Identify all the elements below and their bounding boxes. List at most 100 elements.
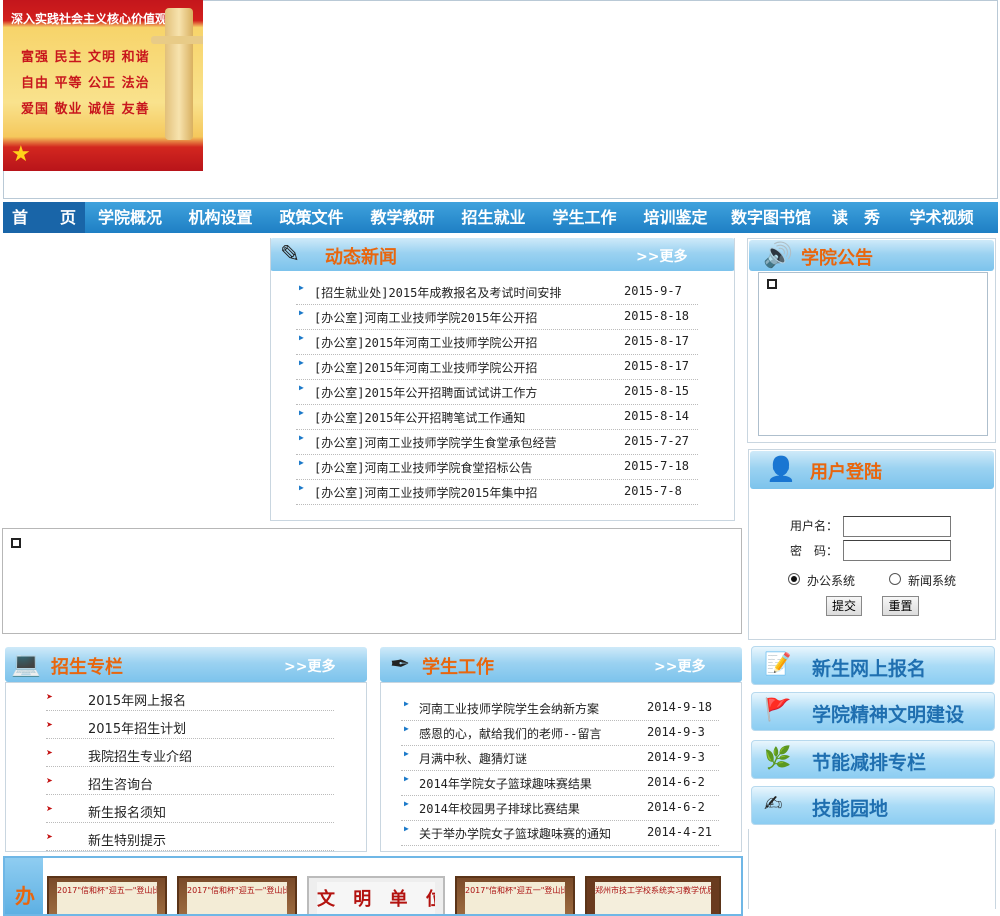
reset-button[interactable]: 重置 [882,596,919,616]
list-item[interactable]: ➤ 2015年网上报名 [46,687,334,711]
news-item-title[interactable]: 河南工业技师学院学生会纳新方案 [419,700,599,717]
laptop-icon: 💻 [11,650,41,678]
news-item-date: 2014-9-3 [647,750,705,764]
gallery-photo[interactable]: 2017"信和杯"迎五一"登山比赛 青年男子组 [455,876,575,914]
news-item-title[interactable]: 2014年校园男子排球比赛结果 [419,800,580,817]
pen-icon: ✍ [764,792,783,817]
list-item[interactable]: ➤ 新生报名须知 [46,799,334,823]
nav-admissions[interactable]: 招生就业 [448,202,539,233]
quick-link-label[interactable]: 学院精神文明建设 [812,700,964,727]
news-item-date: 2015-7-18 [624,459,690,473]
nav-organization[interactable]: 机构设置 [175,202,266,233]
news-item[interactable]: ▶ [办公室]2015年公开招聘笔试工作通知 2015-8-14 [296,405,698,430]
news-item-title[interactable]: [办公室]2015年公开招聘笔试工作通知 [314,409,525,426]
nav-policies[interactable]: 政策文件 [266,202,357,233]
quick-link-civilization[interactable]: 🚩 学院精神文明建设 [751,692,995,731]
news-item-title[interactable]: [办公室]2015年河南工业技师学院公开招 [314,359,537,376]
submit-button[interactable]: 提交 [826,596,862,616]
photo-caption: 2017"信和杯"迎五一"登山比赛 青年男子组 [465,882,565,914]
news-item[interactable]: ▶ [办公室]河南工业技师学院食堂招标公告 2015-7-18 [296,455,698,480]
list-item-title[interactable]: 招生咨询台 [88,774,153,793]
list-item[interactable]: ➤ 招生咨询台 [46,771,334,795]
news-item[interactable]: ▶ 月满中秋、趣猜灯谜 2014-9-3 [401,746,719,771]
news-item[interactable]: ▶ [办公室]河南工业技师学院2015年集中招 2015-7-8 [296,480,698,505]
news-item[interactable]: ▶ [办公室]2015年公开招聘面试试讲工作方 2015-8-15 [296,380,698,405]
news-item[interactable]: ▶ [办公室]2015年河南工业技师学院公开招 2015-8-17 [296,355,698,380]
news-item-date: 2015-8-17 [624,334,690,348]
notice-title: 学院公告 [801,248,873,269]
nav-duxiu[interactable]: 读 秀 [821,202,891,233]
star-icon: ★ [11,142,31,167]
gallery-photo[interactable]: 郑州市技工学校系统实习教学优质课评选活动 [585,876,721,914]
quick-link-label[interactable]: 技能园地 [812,794,888,821]
list-item-title[interactable]: 新生特别提示 [88,830,166,849]
list-item[interactable]: ➤ 我院招生专业介绍 [46,743,334,767]
list-item-title[interactable]: 2015年网上报名 [88,690,186,709]
news-item-title[interactable]: [办公室]河南工业技师学院2015年公开招 [314,309,537,326]
news-item-title[interactable]: [招生就业处]2015年成教报名及考试时间安排 [314,284,561,301]
news-item[interactable]: ▶ 2014年校园男子排球比赛结果 2014-6-2 [401,796,719,821]
nav-teaching[interactable]: 教学教研 [357,202,448,233]
news-item-title[interactable]: [办公室]河南工业技师学院2015年集中招 [314,484,537,501]
gallery-photo[interactable]: 2017"信和杯"迎五一"登山比赛 青年女子组 [177,876,297,914]
news-item-title[interactable]: [办公室]2015年公开招聘面试试讲工作方 [314,384,537,401]
password-input[interactable] [843,540,951,561]
flag-icon: 🚩 [764,698,792,723]
news-item-title[interactable]: 月满中秋、趣猜灯谜 [419,750,527,767]
bullet-icon: ▶ [404,699,409,708]
nav-digital-library[interactable]: 数字图书馆 [721,202,821,233]
news-item[interactable]: ▶ [办公室]河南工业技师学院学生食堂承包经营 2015-7-27 [296,430,698,455]
bullet-icon: ➤ [46,832,53,841]
news-item-title[interactable]: [办公室]2015年河南工业技师学院公开招 [314,334,537,351]
news-item[interactable]: ▶ [办公室]河南工业技师学院2015年公开招 2015-8-18 [296,305,698,330]
enroll-header: 💻 招生专栏 >>更多 [5,647,367,682]
bullet-icon: ▶ [299,283,304,292]
nav-training[interactable]: 培训鉴定 [630,202,721,233]
news-item[interactable]: ▶ 2014年学院女子篮球趣味赛结果 2014-6-2 [401,771,719,796]
office-system-label: 办公系统 [807,574,856,588]
news-item-title[interactable]: 关于举办学院女子篮球趣味赛的通知 [419,825,611,842]
quick-link-label[interactable]: 节能减排专栏 [812,748,926,775]
news-item[interactable]: ▶ 感恩的心，献给我们的老师--留言 2014-9-3 [401,721,719,746]
news-item[interactable]: ▶ 关于举办学院女子篮球趣味赛的通知 2014-4-21 [401,821,719,846]
login-header: 👤 用户登陆 [750,451,994,489]
photo-caption: 2017"信和杯"迎五一"登山比赛 青年女子组 [187,882,287,914]
banner-line-1: 富强 民主 文明 和谐 [21,50,150,65]
bullet-icon: ▶ [299,308,304,317]
news-item[interactable]: ▶ [办公室]2015年河南工业技师学院公开招 2015-8-17 [296,330,698,355]
nav-about[interactable]: 学院概况 [85,202,175,233]
list-item-title[interactable]: 我院招生专业介绍 [88,746,192,765]
bullet-icon: ➤ [46,748,53,757]
gallery-photo[interactable]: 2017"信和杯"迎五一"登山比赛 [47,876,167,914]
bullet-icon: ➤ [46,776,53,785]
quick-link-label[interactable]: 新生网上报名 [812,654,926,681]
huabiao-pillar-icon [151,8,203,140]
list-item-title[interactable]: 2015年招生计划 [88,718,186,737]
pen-icon: ✒ [390,650,411,678]
gallery-photo[interactable]: 文 明 单 位 [307,876,445,914]
quick-link-online-registration[interactable]: 📝 新生网上报名 [751,646,995,685]
news-item-title[interactable]: [办公室]河南工业技师学院学生食堂承包经营 [314,434,556,451]
news-item-title[interactable]: 2014年学院女子篮球趣味赛结果 [419,775,592,792]
quick-link-energy-saving[interactable]: 🌿 节能减排专栏 [751,740,995,779]
nav-student-work[interactable]: 学生工作 [539,202,630,233]
news-system-radio[interactable] [889,573,901,585]
nav-home[interactable]: 首 页 [3,202,85,233]
news-item-title[interactable]: 感恩的心，献给我们的老师--留言 [419,725,601,742]
student-more-link[interactable]: >>更多 [654,656,705,676]
nav-academic-video[interactable]: 学术视频 [891,202,992,233]
news-item[interactable]: ▶ [招生就业处]2015年成教报名及考试时间安排 2015-9-7 [296,280,698,305]
list-item[interactable]: ➤ 新生特别提示 [46,827,334,851]
news-item-title[interactable]: [办公室]河南工业技师学院食堂招标公告 [314,459,532,476]
news-item[interactable]: ▶ 河南工业技师学院学生会纳新方案 2014-9-18 [401,696,719,721]
core-values-banner[interactable]: 深入实践社会主义核心价值观 富强 民主 文明 和谐 自由 平等 公正 法治 爱国… [3,0,203,171]
username-input[interactable] [843,516,951,537]
enroll-panel: ➤ 2015年网上报名 ➤ 2015年招生计划 ➤ 我院招生专业介绍 ➤ 招生咨询台 ➤… [5,682,367,852]
enroll-more-link[interactable]: >>更多 [284,656,335,676]
news-item-date: 2015-8-15 [624,384,690,398]
list-item-title[interactable]: 新生报名须知 [88,802,166,821]
list-item[interactable]: ➤ 2015年招生计划 [46,715,334,739]
quick-link-skills[interactable]: ✍ 技能园地 [751,786,995,825]
bullet-icon: ▶ [299,358,304,367]
office-system-radio[interactable] [788,573,800,585]
